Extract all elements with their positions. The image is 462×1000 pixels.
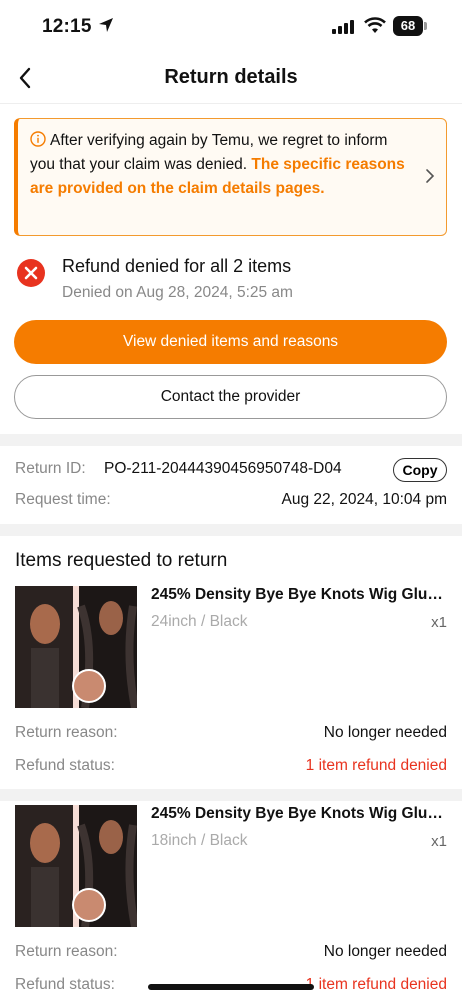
home-indicator[interactable]: [148, 984, 314, 990]
refund-status-label: Refund status:: [15, 757, 115, 774]
page-title: Return details: [164, 66, 298, 88]
chevron-right-icon: [426, 169, 435, 183]
wig-product-image: [15, 805, 137, 927]
denied-x-icon: [17, 259, 45, 287]
refund-denied-title: Refund denied for all 2 items: [62, 256, 292, 276]
battery-icon: 68: [393, 16, 427, 36]
return-id-label: Return ID:: [15, 460, 86, 477]
refund-status-value: 1 item refund denied: [305, 757, 447, 774]
wifi-icon: [364, 17, 386, 33]
copy-button[interactable]: Copy: [393, 458, 447, 482]
cellular-signal-icon: [332, 20, 354, 34]
section-divider: [0, 789, 462, 801]
return-reason-label: Return reason:: [15, 943, 118, 960]
view-denied-items-button[interactable]: View denied items and reasons: [14, 320, 447, 364]
section-divider: [0, 524, 462, 536]
location-arrow-icon: [99, 18, 113, 32]
items-section-title: Items requested to return: [15, 550, 228, 571]
return-reason-value: No longer needed: [323, 724, 447, 741]
info-icon: [30, 131, 46, 147]
nav-bar: Return details: [0, 52, 462, 104]
item-variant: 24inch / Black: [151, 613, 248, 630]
refund-status-value: 1 item refund denied: [305, 976, 447, 993]
item-name[interactable]: 245% Density Bye Bye Knots Wig Glueless: [151, 586, 451, 604]
return-id-value: PO-211-20444390456950748-D04: [104, 460, 342, 477]
item-quantity: x1: [431, 833, 447, 850]
battery-level: 68: [393, 16, 423, 36]
status-time: 12:15: [42, 16, 92, 37]
request-time-value: Aug 22, 2024, 10:04 pm: [281, 491, 447, 508]
return-reason-value: No longer needed: [323, 943, 447, 960]
request-time-label: Request time:: [15, 491, 111, 508]
return-reason-label: Return reason:: [15, 724, 118, 741]
wig-product-image: [15, 586, 137, 708]
section-divider: [0, 434, 462, 446]
item-name[interactable]: 245% Density Bye Bye Knots Wig Glueless: [151, 805, 451, 823]
denied-date: Denied on Aug 28, 2024, 5:25 am: [62, 284, 293, 301]
notice-text: After verifying again by Temu, we regret…: [30, 129, 410, 201]
product-thumbnail[interactable]: [15, 586, 137, 708]
item-quantity: x1: [431, 614, 447, 631]
item-variant: 18inch / Black: [151, 832, 248, 849]
status-bar: 12:15 68: [0, 0, 462, 52]
product-thumbnail[interactable]: [15, 805, 137, 927]
contact-provider-button[interactable]: Contact the provider: [14, 375, 447, 419]
refund-status-label: Refund status:: [15, 976, 115, 993]
claim-denied-notice[interactable]: After verifying again by Temu, we regret…: [14, 118, 447, 236]
